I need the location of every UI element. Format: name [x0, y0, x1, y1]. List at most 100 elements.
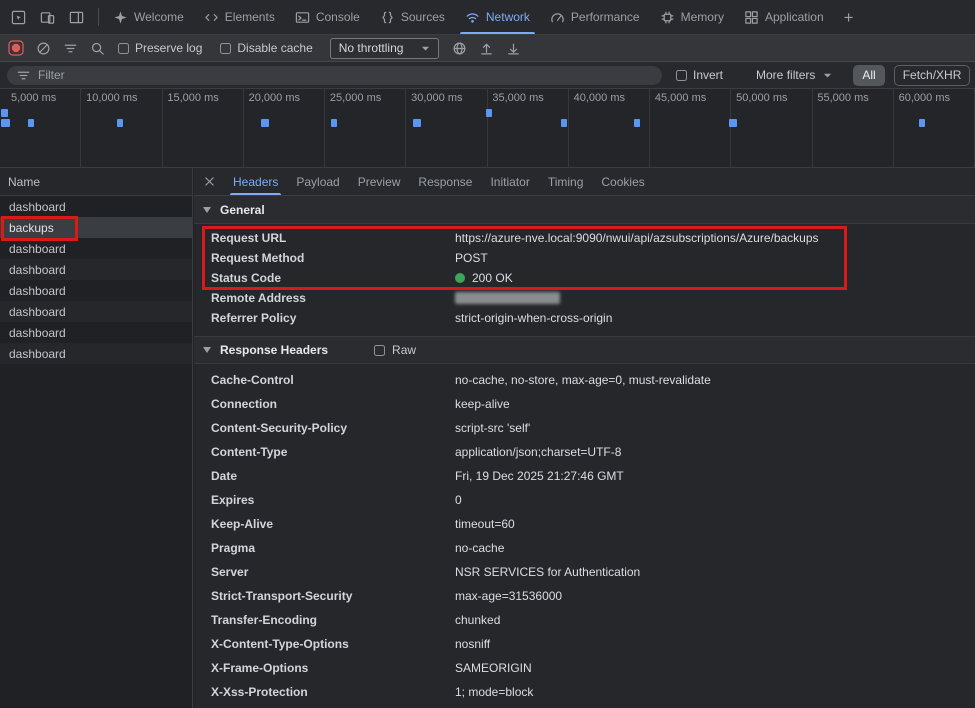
request-row-dashboard[interactable]: dashboard — [0, 196, 192, 217]
response-headers-section-header[interactable]: Response Headers Raw — [194, 336, 975, 364]
close-detail-button[interactable] — [194, 168, 224, 195]
request-detail-panel: HeadersPayloadPreviewResponseInitiatorTi… — [194, 168, 975, 708]
detail-tabbar: HeadersPayloadPreviewResponseInitiatorTi… — [194, 168, 975, 196]
tab-memory[interactable]: Memory — [650, 0, 734, 34]
invert-checkbox[interactable]: Invert — [676, 68, 723, 82]
preserve-log-checkbox[interactable]: Preserve log — [118, 41, 202, 55]
more-filters-dropdown[interactable]: More filters — [756, 68, 832, 82]
record-icon — [8, 40, 24, 56]
network-filter-bar: Filter Invert More filters AllFetch/XHRD… — [0, 62, 975, 89]
disclosure-triangle-icon — [203, 207, 211, 213]
filter-toggle-button[interactable] — [58, 37, 82, 59]
detail-tab-headers[interactable]: Headers — [224, 168, 287, 195]
name-column-header[interactable]: Name — [0, 168, 192, 196]
panel-tabs: Welcome Elements Console Sources Network Perf… — [103, 0, 834, 34]
timeline-request-bar — [1, 119, 10, 127]
requests-panel: Name dashboardbackupsdashboarddashboardd… — [0, 168, 193, 708]
detail-tabs: HeadersPayloadPreviewResponseInitiatorTi… — [224, 168, 654, 195]
header-row: ServerNSR SERVICES for Authentication — [194, 560, 975, 584]
timeline-request-bar — [117, 119, 123, 127]
more-filters-label: More filters — [756, 68, 815, 82]
request-row-dashboard[interactable]: dashboard — [0, 343, 192, 364]
tab-application[interactable]: Application — [734, 0, 834, 34]
tab-label: Elements — [225, 10, 275, 24]
disclosure-triangle-icon — [203, 347, 211, 353]
import-har-button[interactable] — [474, 37, 498, 59]
filter-input[interactable]: Filter — [7, 66, 662, 85]
request-row-backups[interactable]: backups — [0, 217, 192, 238]
detail-tab-initiator[interactable]: Initiator — [481, 168, 538, 195]
network-overview-timeline[interactable]: 5,000 ms10,000 ms15,000 ms20,000 ms25,00… — [0, 89, 975, 168]
search-button[interactable] — [85, 37, 109, 59]
disable-cache-checkbox[interactable]: Disable cache — [220, 41, 312, 55]
export-har-button[interactable] — [501, 37, 525, 59]
response-header-rows: Cache-Controlno-cache, no-store, max-age… — [194, 364, 975, 704]
clear-button[interactable] — [31, 37, 55, 59]
request-row-dashboard[interactable]: dashboard — [0, 301, 192, 322]
general-section-title: General — [220, 203, 265, 217]
close-icon — [203, 175, 216, 188]
detail-tab-payload[interactable]: Payload — [287, 168, 348, 195]
throttling-select[interactable]: No throttling — [330, 38, 440, 59]
request-list: dashboardbackupsdashboarddashboarddashbo… — [0, 196, 192, 364]
request-row-dashboard[interactable]: dashboard — [0, 259, 192, 280]
header-value: Fri, 19 Dec 2025 21:27:46 GMT — [455, 469, 624, 483]
header-name: Connection — [211, 397, 455, 411]
header-value: 1; mode=block — [455, 685, 533, 699]
timeline-request-bar — [413, 119, 421, 127]
tab-elements[interactable]: Elements — [194, 0, 285, 34]
type-filter-fetch-xhr[interactable]: Fetch/XHR — [894, 65, 971, 86]
tab-network[interactable]: Network — [455, 0, 540, 34]
request-row-dashboard[interactable]: dashboard — [0, 238, 192, 259]
invert-label: Invert — [693, 68, 723, 82]
detail-tab-cookies[interactable]: Cookies — [592, 168, 653, 195]
header-name: Pragma — [211, 541, 455, 555]
raw-label: Raw — [392, 343, 416, 357]
record-button[interactable] — [4, 37, 28, 59]
header-value: keep-alive — [455, 397, 510, 411]
header-row: DateFri, 19 Dec 2025 21:27:46 GMT — [194, 464, 975, 488]
tab-label: Console — [316, 10, 360, 24]
timeline-request-bar — [331, 119, 337, 127]
detail-tab-preview[interactable]: Preview — [349, 168, 410, 195]
detail-tab-timing[interactable]: Timing — [539, 168, 593, 195]
request-row-dashboard[interactable]: dashboard — [0, 280, 192, 301]
header-name: Expires — [211, 493, 455, 507]
header-name: Status Code — [211, 271, 455, 285]
detail-tab-response[interactable]: Response — [409, 168, 481, 195]
header-row: Connectionkeep-alive — [194, 392, 975, 416]
more-panels-button[interactable]: + — [834, 9, 864, 26]
timeline-bars — [0, 89, 975, 167]
header-value: SAMEORIGIN — [455, 661, 532, 675]
tab-performance[interactable]: Performance — [540, 0, 650, 34]
tab-console[interactable]: Console — [285, 0, 370, 34]
header-name: Remote Address — [211, 291, 455, 305]
header-name: Referrer Policy — [211, 311, 455, 325]
dock-side-button[interactable] — [63, 4, 89, 30]
devtools-window: Welcome Elements Console Sources Network Perf… — [0, 0, 975, 708]
filter-placeholder: Filter — [38, 68, 65, 82]
header-value: max-age=31536000 — [455, 589, 562, 603]
sparkle-icon — [113, 10, 128, 25]
network-conditions-button[interactable] — [447, 37, 471, 59]
checkbox-box-icon — [118, 43, 129, 54]
inspect-element-button[interactable] — [5, 4, 31, 30]
response-headers-section-title: Response Headers — [220, 343, 328, 357]
header-row: X-Content-Type-Optionsnosniff — [194, 632, 975, 656]
tab-welcome[interactable]: Welcome — [103, 0, 194, 34]
device-toolbar-button[interactable] — [34, 4, 60, 30]
header-value: application/json;charset=UTF-8 — [455, 445, 621, 459]
header-value: strict-origin-when-cross-origin — [455, 311, 612, 325]
tab-sources[interactable]: Sources — [370, 0, 455, 34]
tab-label: Network — [486, 10, 530, 24]
request-row-dashboard[interactable]: dashboard — [0, 322, 192, 343]
import-har-icon — [479, 41, 494, 56]
timeline-request-bar — [634, 119, 640, 127]
header-row: Remote Address — [194, 288, 975, 308]
raw-headers-checkbox[interactable]: Raw — [374, 343, 416, 357]
throttling-value: No throttling — [339, 41, 404, 55]
request-name: dashboard — [9, 200, 66, 214]
type-filter-all[interactable]: All — [853, 65, 884, 86]
filter-icon — [63, 41, 78, 56]
general-section-header[interactable]: General — [194, 196, 975, 224]
